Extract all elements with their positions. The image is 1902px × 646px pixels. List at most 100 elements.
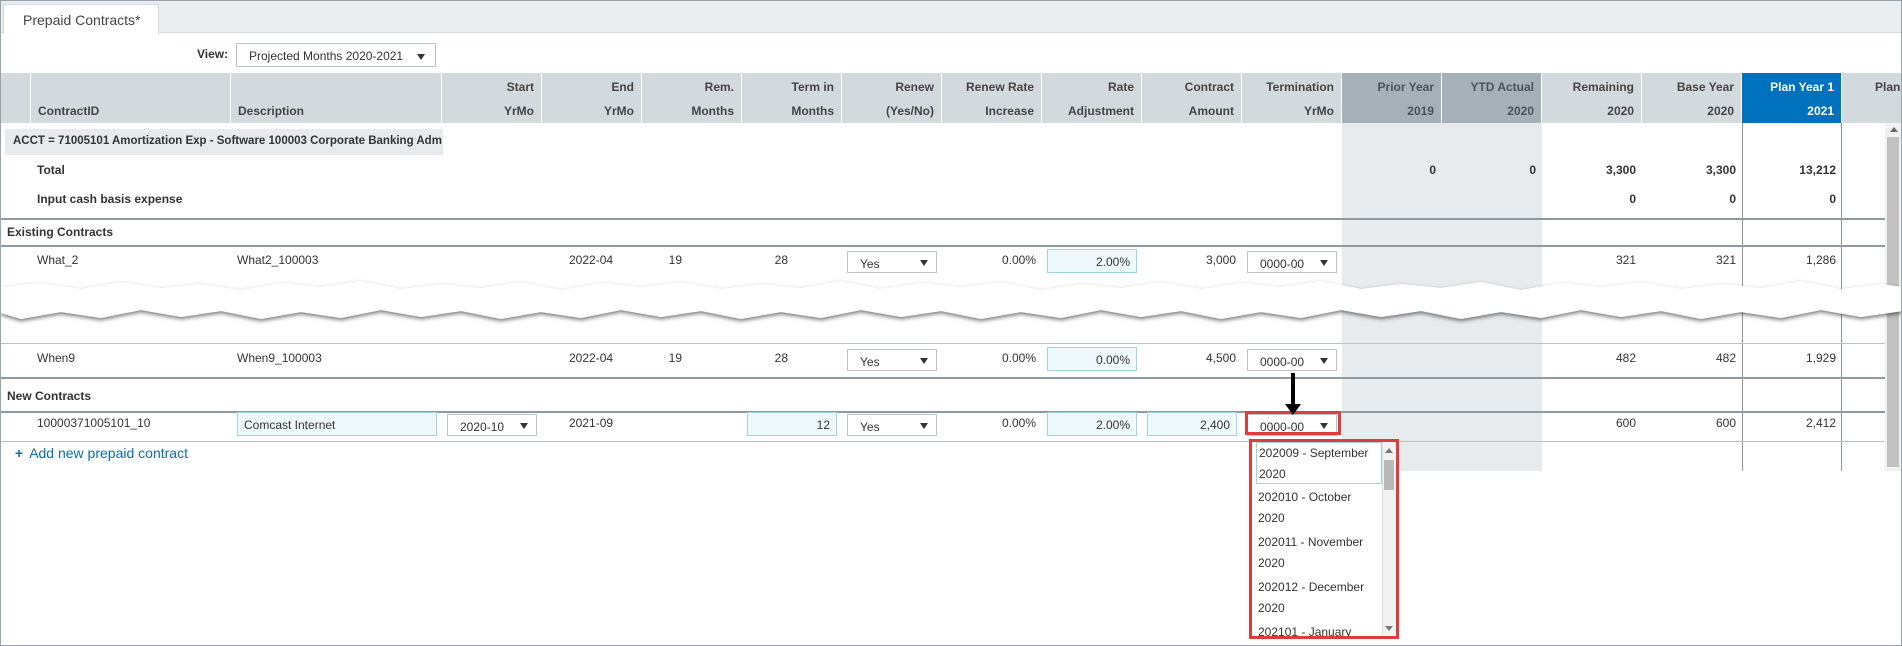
dropdown-scrollbar-thumb[interactable] — [1384, 460, 1394, 490]
header-renew: Renew (Yes/No) — [842, 73, 942, 123]
header-plan: Plan — [1842, 73, 1901, 123]
divider — [1, 245, 1885, 247]
total-plan-year-1: 13,212 — [1799, 163, 1836, 177]
input-cash-plan-year-1[interactable]: 0 — [1742, 192, 1836, 206]
total-prior-year: 0 — [1429, 163, 1436, 177]
add-prepaid-contract-label: Add new prepaid contract — [29, 445, 188, 461]
existing-row-1-renew-rate: 0.00% — [1001, 253, 1036, 267]
header-term-months: Term in Months — [742, 73, 842, 123]
scroll-down-icon[interactable] — [1385, 626, 1393, 631]
existing-row-2-renew-value: Yes — [860, 355, 880, 369]
dropdown-option[interactable]: 202011 - November 2020 — [1256, 532, 1382, 574]
existing-row-2-rem-months: 19 — [668, 351, 682, 365]
header-end-yrmo: End YrMo — [542, 73, 642, 123]
existing-row-2-renew-select[interactable]: Yes — [847, 349, 937, 371]
chevron-down-icon — [1320, 358, 1328, 364]
new-row-renew-select[interactable]: Yes — [847, 414, 937, 436]
annotation-arrow-down-icon — [1285, 404, 1301, 415]
termination-dropdown-list[interactable]: 202009 - September 2020 202010 - October… — [1249, 439, 1399, 639]
existing-row-2-renew-rate: 0.00% — [1001, 351, 1036, 365]
existing-row-1-contract-amount: 3,000 — [1205, 253, 1236, 267]
new-row-term-months-input[interactable]: 12 — [747, 412, 837, 436]
total-label: Total — [37, 163, 65, 177]
existing-row-1-rem-months: 19 — [668, 253, 682, 267]
dropdown-option[interactable]: 202009 - September 2020 — [1256, 442, 1382, 484]
header-rate-adjustment: Rate Adjustment — [1042, 73, 1142, 123]
header-renew-rate: Renew Rate Increase — [942, 73, 1042, 123]
add-prepaid-contract-link[interactable]: + Add new prepaid contract — [15, 445, 188, 461]
input-cash-remaining[interactable]: 0 — [1542, 192, 1636, 206]
total-ytd-actual: 0 — [1529, 163, 1536, 177]
new-row-start-yrmo-select[interactable]: 2020-10 — [447, 414, 537, 436]
app-frame: Prepaid Contracts* View: Projected Month… — [0, 0, 1902, 646]
existing-row-1-end-yrmo: 2022-04 — [569, 253, 614, 267]
header-prior-year: Prior Year 2019 — [1342, 73, 1442, 123]
new-row-renew-rate: 0.00% — [1001, 416, 1036, 430]
header-rem-months: Rem. Months — [642, 73, 742, 123]
divider — [1, 441, 1885, 442]
header-plan-year-1: Plan Year 1 2021 — [1742, 73, 1842, 123]
existing-row-2-description: When9_100003 — [237, 351, 322, 365]
dropdown-option[interactable]: 202101 - January — [1256, 622, 1382, 636]
dropdown-option[interactable]: 202012 - December 2020 — [1256, 577, 1382, 619]
total-remaining: 3,300 — [1605, 163, 1636, 177]
chevron-down-icon — [920, 423, 928, 429]
divider — [1, 377, 1885, 379]
tab-bar: Prepaid Contracts* — [1, 1, 1901, 34]
view-label: View: — [197, 47, 229, 61]
new-row-start-yrmo-value: 2020-10 — [460, 420, 505, 434]
existing-row-2-term-months: 28 — [774, 351, 788, 365]
header-base-year: Base Year 2020 — [1642, 73, 1742, 123]
header-blank — [1, 73, 31, 123]
new-row-description-input[interactable]: Comcast Internet — [237, 412, 437, 436]
existing-row-1-renew-select[interactable]: Yes — [847, 251, 937, 273]
scroll-up-icon[interactable] — [1385, 448, 1393, 453]
chevron-down-icon — [520, 423, 528, 429]
chevron-down-icon — [920, 358, 928, 364]
annotation-arrow-shaft — [1291, 373, 1295, 407]
chevron-down-icon — [1320, 260, 1328, 266]
existing-row-1-termination-select[interactable]: 0000-00 — [1247, 251, 1337, 273]
existing-row-1-remaining: 321 — [1615, 253, 1636, 267]
existing-row-1-renew-value: Yes — [860, 257, 880, 271]
existing-row-1-id: What_2 — [37, 253, 79, 267]
tab-prepaid-contracts[interactable]: Prepaid Contracts* — [3, 4, 159, 34]
existing-row-1-plan-year-1: 1,286 — [1805, 253, 1836, 267]
existing-row-2-termination-select[interactable]: 0000-00 — [1247, 349, 1337, 371]
header-remaining: Remaining 2020 — [1542, 73, 1642, 123]
new-row-end-yrmo: 2021-09 — [569, 416, 614, 430]
new-row-plan-year-1: 2,412 — [1805, 416, 1836, 430]
view-select-value: Projected Months 2020-2021 — [249, 49, 404, 63]
torn-edge-divider — [1, 281, 1901, 319]
dropdown-option[interactable]: 202010 - October 2020 — [1256, 487, 1382, 529]
existing-row-2-termination-value: 0000-00 — [1260, 355, 1305, 369]
header-contract-id: ContractID — [31, 73, 231, 123]
input-cash-base-year[interactable]: 0 — [1642, 192, 1736, 206]
account-row: ACCT = 71005101 Amortization Exp - Softw… — [5, 129, 443, 155]
existing-row-2-id: When9 — [37, 351, 76, 365]
header-termination-yrmo: Termination YrMo — [1242, 73, 1342, 123]
total-base-year: 3,300 — [1705, 163, 1736, 177]
scroll-up-icon[interactable] — [1890, 127, 1898, 132]
header-ytd-actual: YTD Actual 2020 — [1442, 73, 1542, 123]
existing-row-2-base-year: 482 — [1715, 351, 1736, 365]
new-contracts-label: New Contracts — [7, 389, 92, 403]
new-row-rate-adjustment-input[interactable]: 2.00% — [1047, 412, 1137, 436]
existing-row-1-rate-adjustment-input[interactable]: 2.00% — [1047, 249, 1137, 273]
new-row-renew-value: Yes — [860, 420, 880, 434]
view-select[interactable]: Projected Months 2020-2021 — [236, 43, 436, 67]
chevron-down-icon — [417, 54, 425, 60]
dropdown-scrollbar[interactable] — [1382, 442, 1396, 636]
input-cash-label: Input cash basis expense — [37, 192, 183, 206]
chevron-down-icon — [920, 260, 928, 266]
header-start-yrmo: Start YrMo — [442, 73, 542, 123]
new-row-remaining: 600 — [1615, 416, 1636, 430]
existing-row-2-remaining: 482 — [1615, 351, 1636, 365]
existing-row-1-termination-value: 0000-00 — [1260, 257, 1305, 271]
new-row-contract-amount-input[interactable]: 2,400 — [1147, 412, 1237, 436]
existing-row-1-term-months: 28 — [774, 253, 788, 267]
existing-row-1-base-year: 321 — [1715, 253, 1736, 267]
existing-row-2-end-yrmo: 2022-04 — [569, 351, 614, 365]
new-row-id: 10000371005101_10 — [37, 416, 151, 430]
existing-row-2-rate-adjustment-input[interactable]: 0.00% — [1047, 347, 1137, 371]
